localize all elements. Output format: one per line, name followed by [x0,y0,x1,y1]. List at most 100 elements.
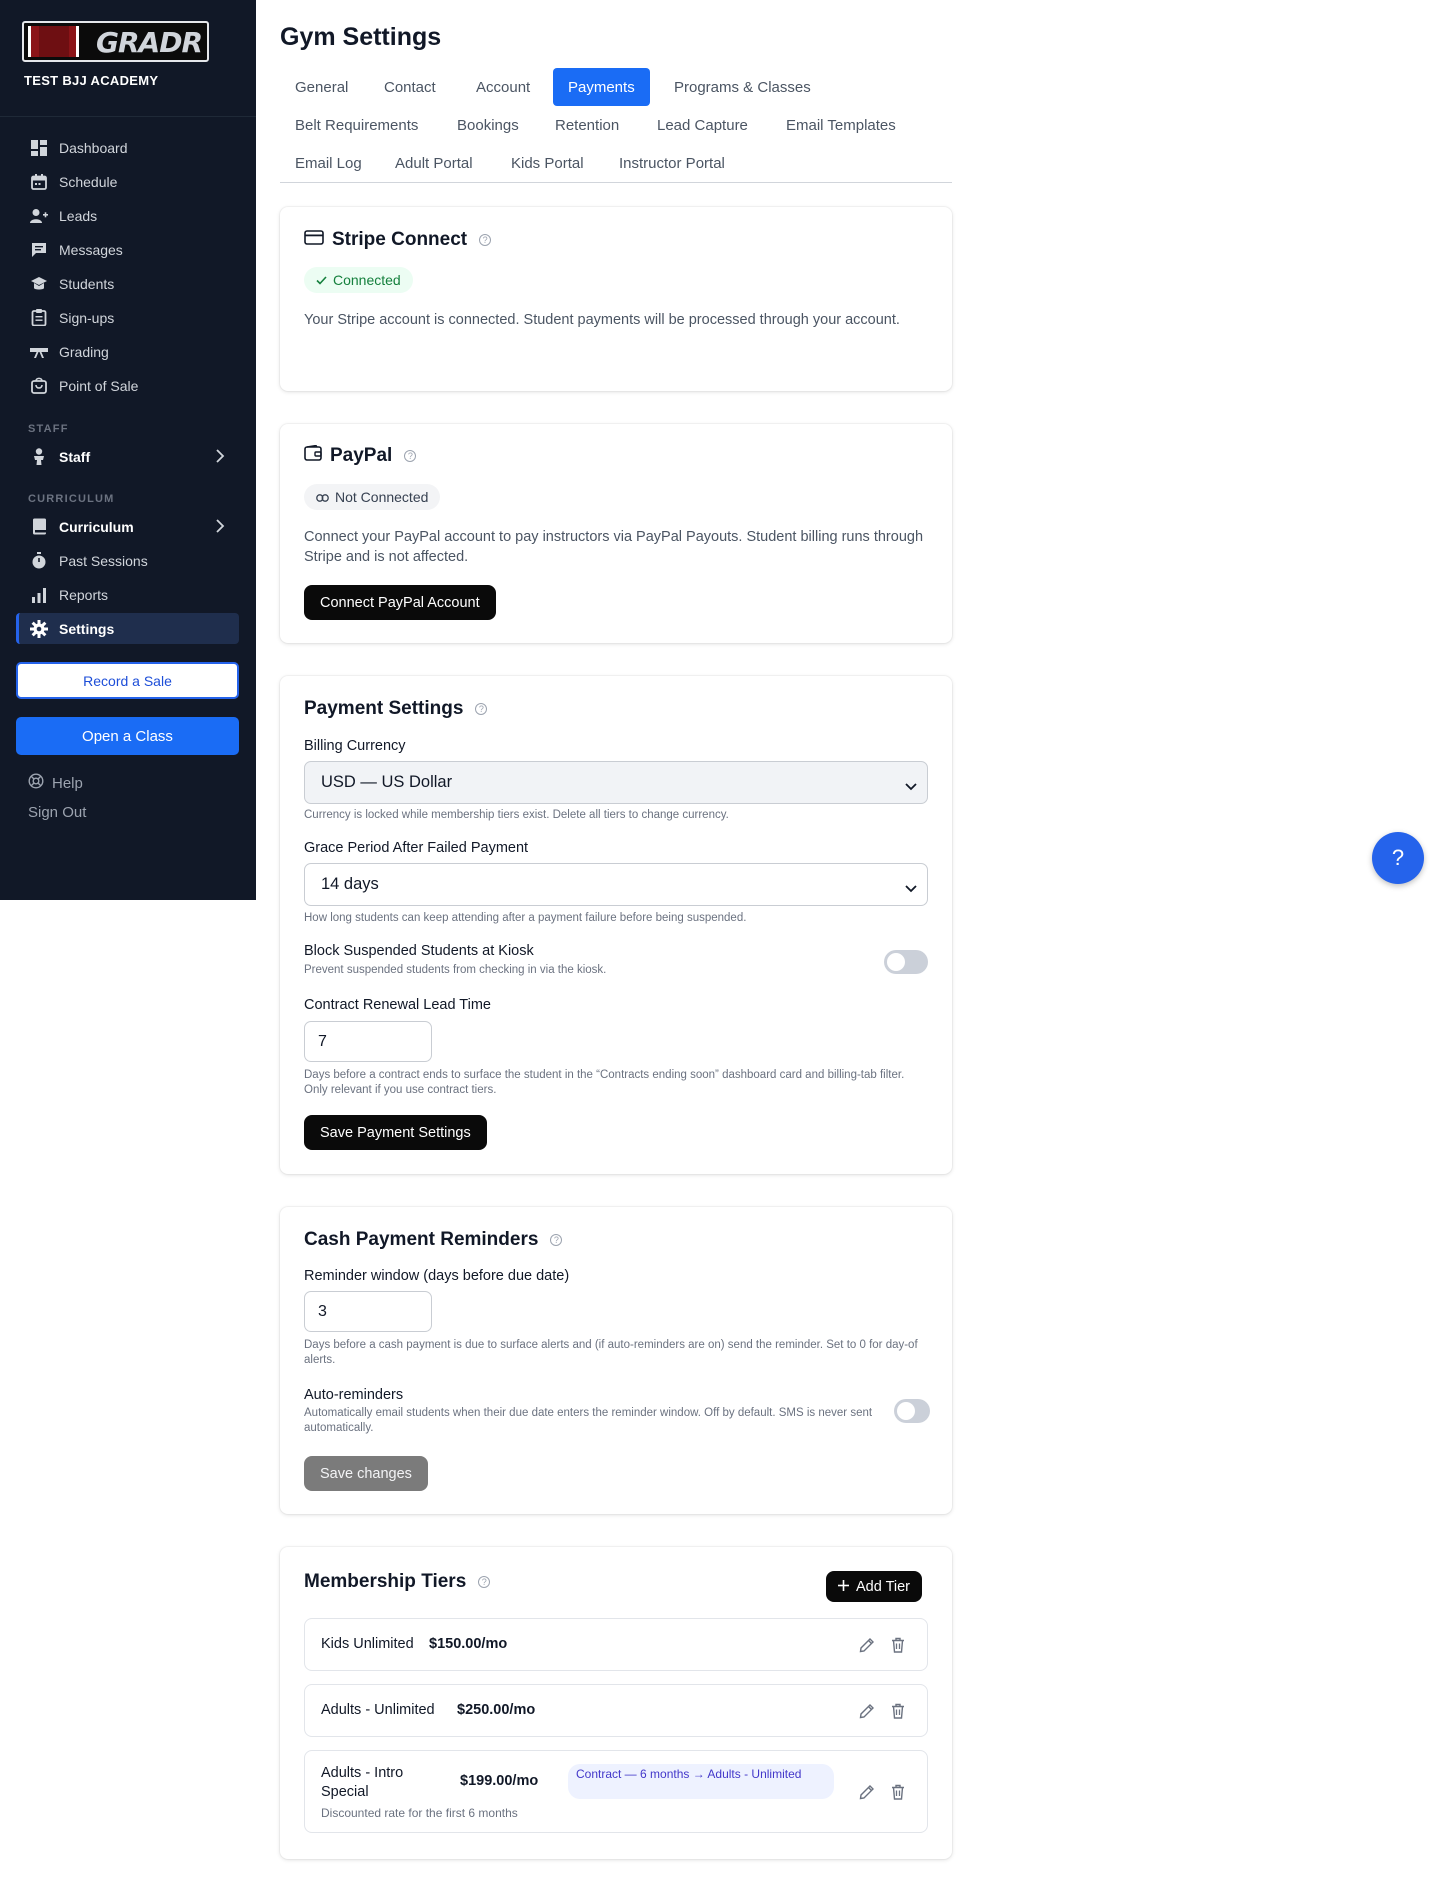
sidebar: GRADR TEST BJJ ACADEMY Dashboard Schedul… [0,0,256,900]
grace-value: 14 days [321,875,379,893]
sidebar-item-curriculum[interactable]: Curriculum [16,511,239,542]
sidebar-item-reports[interactable]: Reports [16,579,239,610]
add-user-icon [30,207,48,225]
tab-belt-requirements[interactable]: Belt Requirements [280,106,433,144]
sidebar-item-schedule[interactable]: Schedule [16,166,239,197]
help-icon[interactable]: ? [475,703,488,715]
renewal-lead-time-input[interactable]: 7 [304,1021,432,1062]
chevron-right-icon [215,449,225,466]
sidebar-item-label: Sign-ups [59,309,115,326]
tier-row[interactable]: Kids Unlimited $150.00/mo [304,1618,928,1671]
sidebar-item-point-of-sale[interactable]: Point of Sale [16,370,239,401]
lifebuoy-icon [28,773,44,793]
tier-description: Discounted rate for the first 6 months [321,1806,518,1820]
paypal-title: PayPal [330,445,393,466]
tab-bookings[interactable]: Bookings [442,106,534,144]
tab-payments[interactable]: Payments [553,68,650,106]
tier-price: $250.00/mo [457,1702,536,1718]
card-title: Payment Settings ? [304,698,488,720]
currency-hint: Currency is locked while membership tier… [304,809,729,821]
tier-price: $150.00/mo [429,1636,508,1652]
stopwatch-icon [30,552,48,570]
sidebar-item-label: Leads [59,207,98,224]
help-icon[interactable]: ? [478,1576,491,1588]
sidebar-item-past-sessions[interactable]: Past Sessions [16,545,239,576]
reminder-window-input[interactable]: 3 [304,1291,432,1332]
help-fab-button[interactable]: ? [1372,832,1424,884]
tab-email-templates[interactable]: Email Templates [771,106,911,144]
auto-reminders-hint: Automatically email students when their … [304,1407,873,1434]
grace-period-select[interactable]: 14 days [304,863,928,906]
tab-account[interactable]: Account [461,68,545,106]
link-icon [316,489,329,505]
currency-select[interactable]: USD — US Dollar [304,761,928,804]
tab-lead-capture[interactable]: Lead Capture [642,106,763,144]
pencil-icon[interactable] [859,1703,875,1724]
plus-icon [838,1579,849,1595]
sidebar-item-students[interactable]: Students [16,268,239,299]
window-hint: Days before a cash payment is due to sur… [304,1339,918,1366]
tier-name: Adults - Unlimited [321,1702,435,1718]
tier-actions [859,1637,905,1658]
add-tier-button[interactable]: Add Tier [826,1571,922,1602]
membership-tiers-card: Membership Tiers ? Add Tier Kids Unlimit… [280,1547,952,1859]
wallet-icon [304,444,322,467]
card-title: PayPal ? [304,444,417,467]
save-payment-settings-button[interactable]: Save Payment Settings [304,1115,487,1150]
help-icon[interactable]: ? [404,450,417,462]
pencil-icon[interactable] [859,1784,875,1805]
grace-hint: How long students can keep attending aft… [304,912,747,924]
tab-retention[interactable]: Retention [540,106,634,144]
renewal-label: Contract Renewal Lead Time [304,997,491,1013]
tab-instructor-portal[interactable]: Instructor Portal [604,144,740,182]
pencil-icon[interactable] [859,1637,875,1658]
status-text: Not Connected [335,489,429,505]
save-changes-button[interactable]: Save changes [304,1456,428,1491]
sidebar-item-label: Grading [59,343,109,360]
sign-out-link[interactable]: Sign Out [28,804,86,821]
help-icon[interactable]: ? [550,1234,563,1246]
tab-general[interactable]: General [280,68,363,106]
tier-row[interactable]: Adults - Intro Special $199.00/mo Contra… [304,1750,928,1833]
open-class-button[interactable]: Open a Class [16,717,239,755]
help-link[interactable]: Help [28,773,83,793]
block-suspended-toggle[interactable] [884,950,928,974]
record-sale-button[interactable]: Record a Sale [16,662,239,699]
students-icon [30,275,48,293]
chat-icon [30,241,48,259]
section-label-staff: STAFF [28,423,69,435]
tab-adult-portal[interactable]: Adult Portal [380,144,488,182]
contract-badge: Contract — 6 months → Adults - Unlimited [568,1764,834,1799]
sidebar-item-dashboard[interactable]: Dashboard [16,132,239,163]
tier-row[interactable]: Adults - Unlimited $250.00/mo [304,1684,928,1737]
sidebar-item-settings[interactable]: Settings [16,613,239,644]
credit-card-icon [304,229,324,251]
sidebar-item-grading[interactable]: Grading [16,336,239,367]
cash-reminders-card: Cash Payment Reminders ? Reminder window… [280,1207,952,1514]
tab-kids-portal[interactable]: Kids Portal [496,144,599,182]
help-icon[interactable]: ? [479,234,492,246]
trash-icon[interactable] [891,1784,905,1805]
sidebar-item-signups[interactable]: Sign-ups [16,302,239,333]
payment-settings-card: Payment Settings ? Billing Currency USD … [280,676,952,1174]
chevron-right-icon [215,519,225,536]
cart-icon [30,377,48,395]
sidebar-item-leads[interactable]: Leads [16,200,239,231]
calendar-icon [30,173,48,191]
trash-icon[interactable] [891,1637,905,1658]
sidebar-item-label: Dashboard [59,139,128,156]
tab-contact[interactable]: Contact [369,68,451,106]
auto-reminders-toggle[interactable] [894,1399,930,1423]
connect-paypal-button[interactable]: Connect PayPal Account [304,585,496,620]
clipboard-icon [30,309,48,327]
sidebar-item-staff[interactable]: Staff [16,441,239,472]
settings-tabs: General Contact Account Payments Program… [280,67,952,183]
block-hint: Prevent suspended students from checking… [304,964,607,976]
sidebar-item-messages[interactable]: Messages [16,234,239,265]
status-badge: Connected [304,267,413,293]
tab-programs-classes[interactable]: Programs & Classes [659,68,826,106]
tab-email-log[interactable]: Email Log [280,144,377,182]
trash-icon[interactable] [891,1703,905,1724]
status-text: Connected [333,272,401,288]
gradr-logo[interactable]: GRADR [22,21,209,62]
